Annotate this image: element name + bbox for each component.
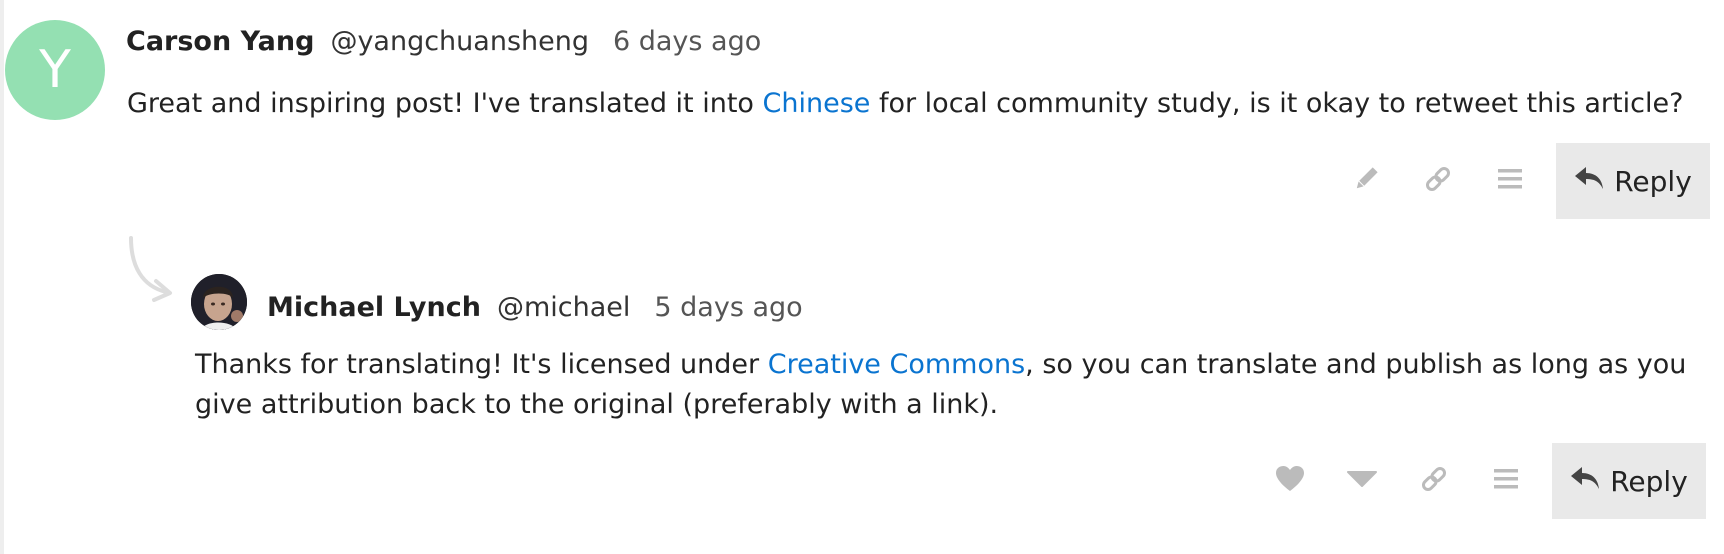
more-options-button[interactable] (1474, 143, 1546, 219)
thread-border (0, 0, 4, 554)
downvote-icon (1347, 469, 1377, 493)
post-actions: Reply (1254, 443, 1706, 519)
reply-icon (1574, 165, 1614, 198)
post-body: Thanks for translating! It's licensed un… (195, 345, 1710, 425)
author-name[interactable]: Carson Yang (126, 26, 314, 57)
reply-label: Reply (1614, 164, 1692, 198)
post-text: Great and inspiring post! I've translate… (127, 88, 763, 119)
reply-label: Reply (1610, 464, 1688, 498)
copy-link-button[interactable] (1398, 443, 1470, 519)
reply-icon (1570, 465, 1610, 498)
menu-icon (1492, 467, 1520, 495)
post-actions: Reply (1330, 143, 1710, 219)
pencil-icon (1352, 165, 1380, 197)
avatar[interactable]: Y (5, 20, 105, 120)
edit-button[interactable] (1330, 143, 1402, 219)
post-text: for local community study, is it okay to… (870, 88, 1684, 119)
like-button[interactable] (1254, 443, 1326, 519)
post-text: Thanks for translating! It's licensed un… (195, 349, 768, 380)
more-options-button[interactable] (1470, 443, 1542, 519)
chinese-link[interactable]: Chinese (763, 88, 871, 119)
post-date[interactable]: 6 days ago (613, 26, 761, 57)
copy-link-button[interactable] (1402, 143, 1474, 219)
link-icon (1424, 165, 1452, 197)
author-handle[interactable]: @yangchuansheng (330, 26, 589, 57)
author-name[interactable]: Michael Lynch (267, 292, 481, 323)
post-meta: Carson Yang @yangchuansheng 6 days ago (126, 26, 761, 57)
reply-button[interactable]: Reply (1552, 443, 1706, 519)
downvote-button[interactable] (1326, 443, 1398, 519)
author-handle[interactable]: @michael (497, 292, 630, 323)
creative-commons-link[interactable]: Creative Commons (768, 349, 1025, 380)
post-date[interactable]: 5 days ago (654, 292, 802, 323)
avatar[interactable] (191, 274, 247, 330)
reply-button[interactable]: Reply (1556, 143, 1710, 219)
post-meta: Michael Lynch @michael 5 days ago (267, 292, 803, 323)
heart-icon (1275, 465, 1305, 497)
post-body: Great and inspiring post! I've translate… (127, 84, 1707, 124)
menu-icon (1496, 167, 1524, 195)
link-icon (1420, 465, 1448, 497)
reply-arrow-icon (126, 236, 178, 308)
